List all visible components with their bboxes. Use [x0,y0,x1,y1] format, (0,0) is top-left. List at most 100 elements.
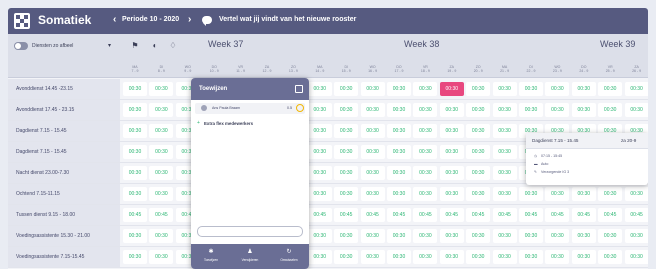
shift-cell[interactable]: 00:30 [123,229,147,243]
shift-cell[interactable]: 00:30 [545,187,570,201]
feedback-link[interactable]: Vertel wat jij vindt van het nieuwe roos… [219,16,356,23]
shift-cell[interactable]: 00:30 [387,103,411,117]
shift-cell[interactable]: 00:30 [413,166,438,180]
shift-cell[interactable]: 00:30 [598,103,623,117]
contrast-icon[interactable]: ◐ [150,41,160,51]
shift-cell[interactable]: 00:30 [571,103,596,117]
shift-cell[interactable]: 00:30 [413,250,438,264]
shift-cell[interactable]: 00:30 [466,250,491,264]
shift-cell[interactable]: 00:30 [307,145,332,159]
shift-cell[interactable]: 00:30 [413,187,438,201]
remove-button[interactable]: ♟ Verwijderen [235,248,265,262]
display-dropdown-label[interactable]: Diensten zo afbeel [32,43,73,49]
shift-cell[interactable]: 00:45 [387,208,411,222]
shift-cell[interactable]: 00:30 [360,229,385,243]
shift-cell[interactable]: 00:30 [519,103,543,117]
shift-cell[interactable]: 00:30 [123,145,147,159]
shift-cell[interactable]: 00:30 [571,187,596,201]
shift-cell[interactable]: 00:30 [519,229,543,243]
shift-cell[interactable]: 00:30 [334,166,359,180]
shift-cell[interactable]: 00:30 [307,187,332,201]
shift-cell[interactable]: 00:30 [307,250,332,264]
extra-flex-link[interactable]: Extra flex medewerkers [204,121,253,126]
shift-cell[interactable]: 00:30 [360,103,385,117]
shift-cell[interactable]: 00:30 [360,187,385,201]
shift-cell[interactable]: 00:30 [439,187,464,201]
shift-cell[interactable]: 00:30 [439,250,464,264]
shift-cell[interactable]: 00:30 [360,166,385,180]
shift-cell[interactable]: 00:30 [519,187,543,201]
shift-cell[interactable]: 00:30 [123,166,147,180]
shift-cell[interactable]: 00:30 [307,166,332,180]
next-period-icon[interactable]: › [188,14,191,25]
shift-cell[interactable]: 00:30 [360,124,385,138]
shift-cell[interactable]: 00:30 [624,250,648,264]
shift-cell[interactable]: 00:30 [387,187,411,201]
shift-cell[interactable]: 00:30 [624,229,648,243]
bulb-icon[interactable]: ♢ [168,41,178,51]
shift-cell[interactable]: 00:30 [307,103,332,117]
shift-cell[interactable]: 00:45 [545,208,570,222]
shift-cell[interactable]: 00:30 [123,187,147,201]
shift-cell[interactable]: 00:30 [598,187,623,201]
display-toggle[interactable] [14,42,28,50]
chat-icon[interactable] [202,16,212,26]
shift-cell[interactable]: 00:30 [439,229,464,243]
shift-cell[interactable]: 00:45 [624,208,648,222]
shift-cell[interactable]: 00:45 [439,208,464,222]
shift-cell[interactable]: 00:30 [149,82,174,96]
shift-cell[interactable]: 00:30 [387,124,411,138]
shift-cell[interactable]: 00:30 [307,229,332,243]
shift-cell[interactable]: 00:45 [123,208,147,222]
assign-button[interactable]: ✱ Toewijzen [196,248,226,262]
shift-cell[interactable]: 00:30 [413,145,438,159]
shift-cell[interactable]: 00:30 [466,103,491,117]
shift-cell[interactable]: 00:30 [492,229,517,243]
shift-cell[interactable]: 00:30 [387,82,411,96]
shift-cell[interactable]: 00:30 [519,82,543,96]
shift-cell[interactable]: 00:30 [598,250,623,264]
shift-cell[interactable]: 00:30 [439,82,464,96]
shift-cell[interactable]: 00:30 [149,250,174,264]
shift-cell[interactable]: 00:30 [149,145,174,159]
shift-cell[interactable]: 00:30 [571,250,596,264]
shift-cell[interactable]: 00:30 [123,82,147,96]
shift-cell[interactable]: 00:30 [466,82,491,96]
shift-cell[interactable]: 00:30 [545,229,570,243]
shift-cell[interactable]: 00:30 [149,103,174,117]
plus-icon[interactable]: + [197,120,200,126]
shift-cell[interactable]: 00:30 [307,82,332,96]
shift-cell[interactable]: 00:30 [360,82,385,96]
shift-cell[interactable]: 00:30 [387,250,411,264]
shift-cell[interactable]: 00:30 [439,103,464,117]
shift-cell[interactable]: 00:30 [307,124,332,138]
shift-cell[interactable]: 00:45 [413,208,438,222]
shift-cell[interactable]: 00:30 [360,250,385,264]
shift-cell[interactable]: 00:30 [387,166,411,180]
shift-cell[interactable]: 00:30 [360,145,385,159]
shift-cell[interactable]: 00:30 [492,187,517,201]
shift-cell[interactable]: 00:30 [334,229,359,243]
shift-cell[interactable]: 00:30 [545,82,570,96]
shift-cell[interactable]: 00:30 [598,229,623,243]
shift-cell[interactable]: 00:30 [466,187,491,201]
shift-cell[interactable]: 00:30 [466,124,491,138]
shift-cell[interactable]: 00:30 [123,250,147,264]
chevron-down-icon[interactable]: ▾ [108,42,111,49]
shift-cell[interactable]: 00:30 [545,103,570,117]
popup-checkbox[interactable] [295,85,303,93]
shift-cell[interactable]: 00:30 [334,82,359,96]
shift-cell[interactable]: 00:30 [123,124,147,138]
shift-cell[interactable]: 00:45 [360,208,385,222]
shift-cell[interactable]: 00:30 [439,124,464,138]
shift-cell[interactable]: 00:30 [492,250,517,264]
prev-period-icon[interactable]: ‹ [113,14,116,25]
shift-cell[interactable]: 00:30 [413,229,438,243]
shift-cell[interactable]: 00:45 [466,208,491,222]
shift-cell[interactable]: 00:30 [492,166,517,180]
shift-cell[interactable]: 00:30 [413,124,438,138]
swap-button[interactable]: ↻ Omwisselen [274,248,304,262]
shift-cell[interactable]: 00:30 [492,103,517,117]
flag-icon[interactable]: ⚑ [130,41,140,51]
person-row[interactable]: Ans Paula Braam 0.5 [195,103,305,114]
